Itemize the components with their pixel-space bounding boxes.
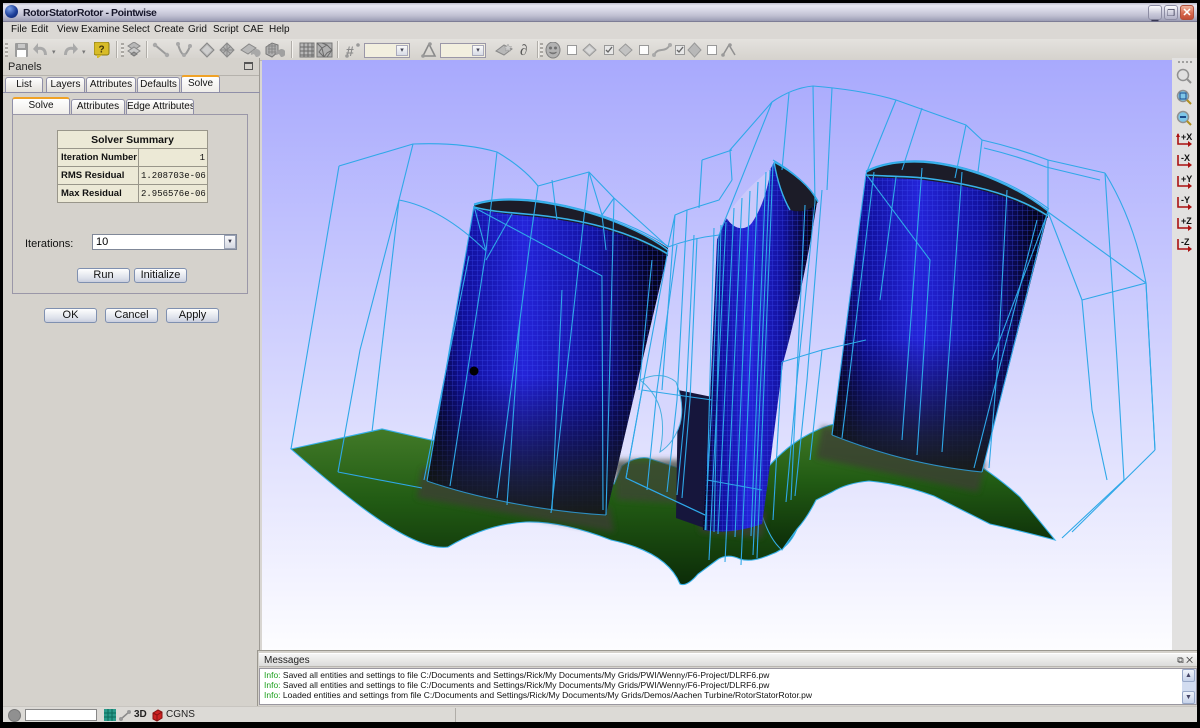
- svg-text:-Y: -Y: [1181, 195, 1190, 205]
- svg-text:+Z: +Z: [1181, 216, 1192, 226]
- svg-text:-Z: -Z: [1181, 237, 1190, 247]
- svg-text:∂: ∂: [520, 43, 527, 58]
- svg-text:?: ?: [98, 45, 104, 56]
- svg-text:-X: -X: [1181, 153, 1190, 163]
- svg-text:+Y: +Y: [1181, 174, 1192, 184]
- svg-text:+X: +X: [1181, 132, 1192, 142]
